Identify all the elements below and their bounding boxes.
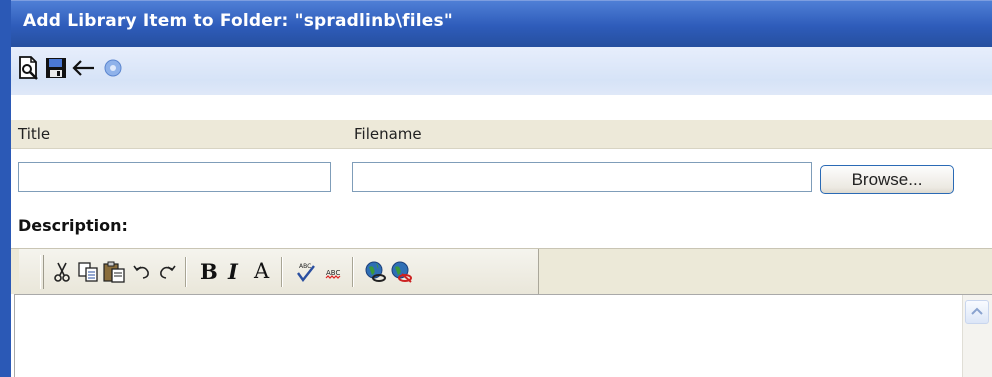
- italic-icon[interactable]: I: [228, 259, 238, 284]
- title-bar: Add Library Item to Folder: "spradlinb\f…: [11, 0, 992, 47]
- bold-icon[interactable]: B: [200, 259, 218, 284]
- spellcheck-as-you-type-icon[interactable]: ABC: [322, 260, 346, 284]
- redo-icon[interactable]: [155, 260, 179, 284]
- hyperlink-icon[interactable]: [364, 260, 388, 284]
- toolbar-separator: [352, 257, 354, 287]
- form-header-row: Title Filename: [11, 120, 992, 149]
- back-arrow-icon[interactable]: [71, 55, 97, 81]
- window-title: Add Library Item to Folder: "spradlinb\f…: [23, 11, 453, 31]
- description-label: Description:: [18, 216, 128, 235]
- description-editor[interactable]: [14, 294, 992, 377]
- editor-scrollbar[interactable]: [962, 295, 992, 377]
- help-icon[interactable]: [100, 55, 126, 81]
- toolbar-grip-handle[interactable]: [40, 255, 44, 289]
- editor-toolbar-strip: B I A ABC ABC: [19, 249, 539, 295]
- remove-hyperlink-icon[interactable]: [390, 260, 414, 284]
- chevron-up-icon: [971, 307, 983, 315]
- font-color-icon[interactable]: A: [254, 259, 269, 283]
- filename-input[interactable]: [352, 162, 812, 192]
- title-input[interactable]: [18, 162, 331, 192]
- filename-column-label: Filename: [354, 125, 422, 143]
- main-toolbar: [11, 47, 992, 95]
- cut-icon[interactable]: [50, 260, 74, 284]
- copy-icon[interactable]: [76, 260, 100, 284]
- undo-icon[interactable]: [130, 260, 154, 284]
- editor-toolbar: B I A ABC ABC: [11, 248, 992, 295]
- browse-button[interactable]: Browse...: [820, 165, 954, 194]
- spellcheck-icon[interactable]: ABC: [294, 260, 318, 284]
- left-frame-border: [0, 0, 11, 377]
- paste-icon[interactable]: [102, 260, 126, 284]
- scroll-up-button[interactable]: [965, 300, 989, 324]
- svg-text:ABC: ABC: [299, 263, 311, 270]
- title-column-label: Title: [18, 125, 51, 143]
- toolbar-separator: [185, 257, 187, 287]
- save-icon[interactable]: [43, 55, 69, 81]
- preview-icon[interactable]: [16, 55, 42, 81]
- toolbar-separator: [281, 257, 283, 287]
- spacer: [11, 95, 992, 120]
